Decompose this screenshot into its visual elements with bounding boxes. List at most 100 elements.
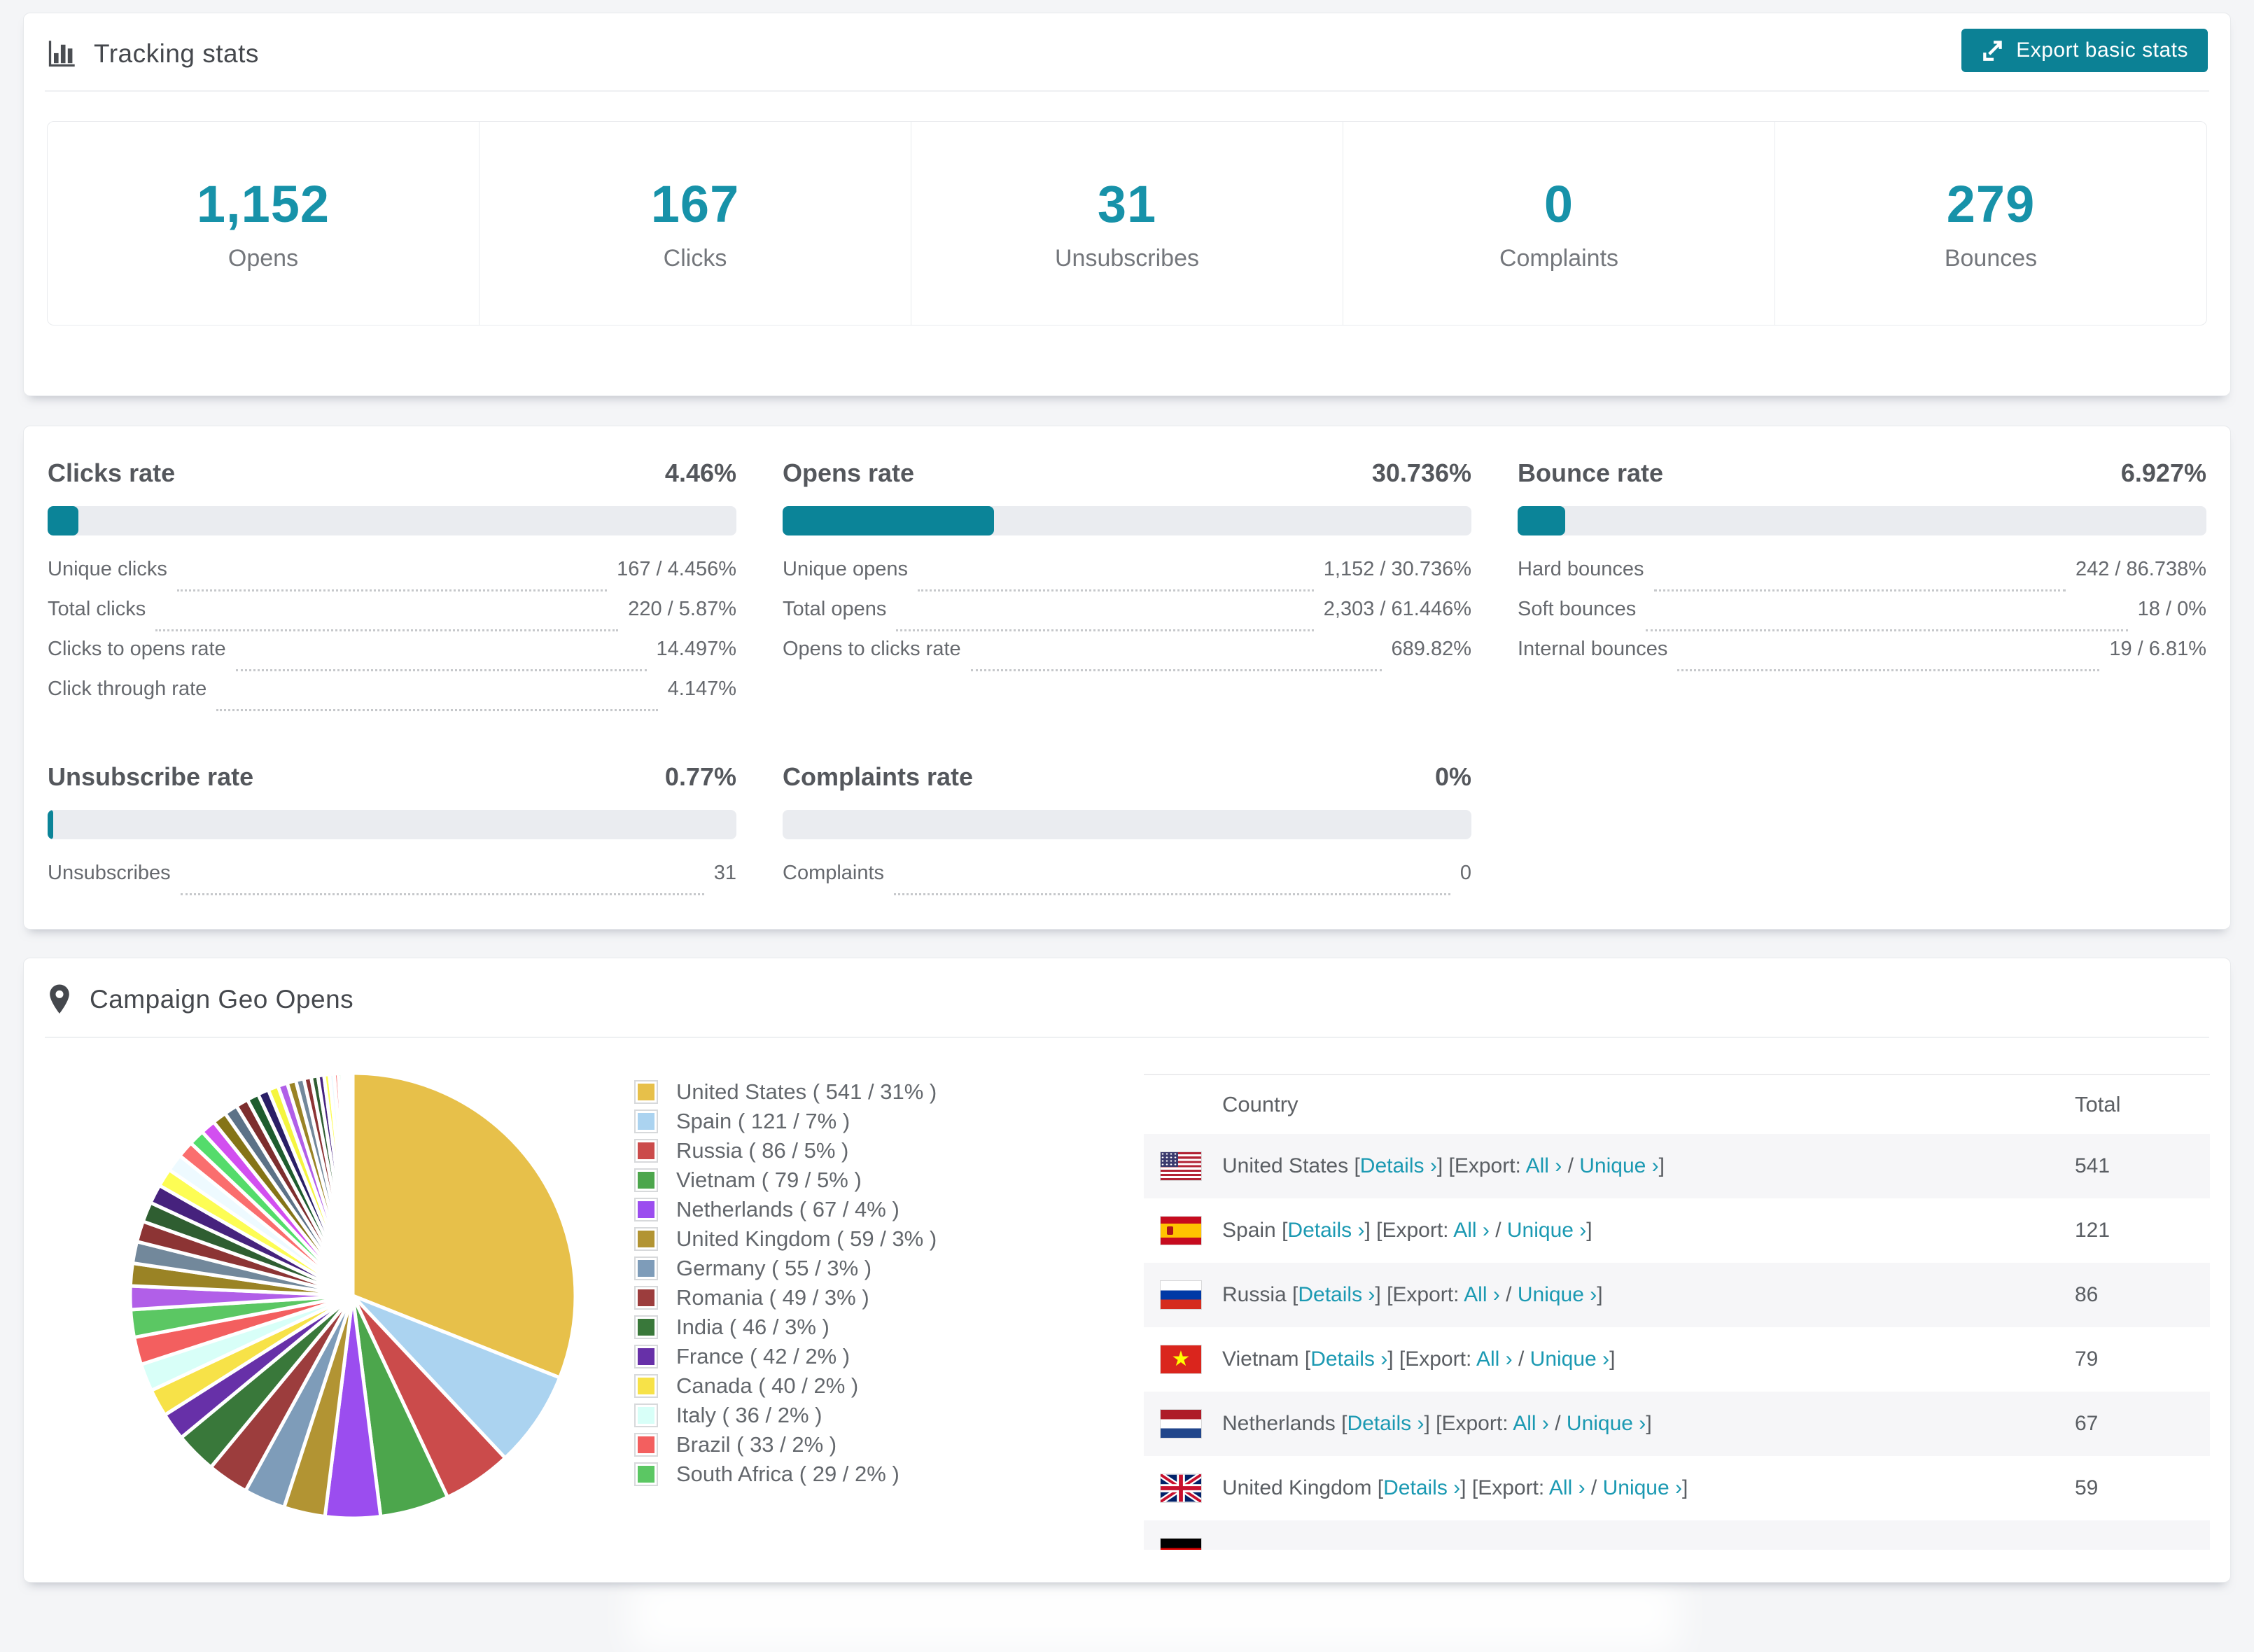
stats-summary-box: 1,152Opens167Clicks31Unsubscribes0Compla…: [47, 121, 2207, 326]
country-cell: Netherlands [Details ›] [Export: All › /…: [1222, 1412, 1652, 1436]
bottom-glow-artifact: [630, 1575, 1680, 1652]
rate-row-label: Unique opens: [783, 558, 908, 581]
rate-row-label: Total clicks: [48, 598, 146, 621]
pie-legend: United States ( 541 / 31% )Spain ( 121 /…: [634, 1077, 937, 1489]
details-link[interactable]: Details ›: [1287, 1219, 1364, 1242]
export-all-link[interactable]: All ›: [1513, 1412, 1549, 1435]
country-cell: United States [Details ›] [Export: All ›…: [1222, 1154, 1665, 1178]
legend-swatch: [634, 1462, 658, 1486]
legend-item-united-states: United States ( 541 / 31% ): [634, 1077, 937, 1107]
stat-value: 0: [1544, 174, 1574, 234]
stat-unsubscribes: 31Unsubscribes: [911, 122, 1343, 325]
country-name: United Kingdom: [1222, 1476, 1371, 1499]
rate-row-value: 31: [714, 862, 736, 885]
export-basic-stats-button[interactable]: Export basic stats: [1961, 29, 2208, 72]
dotted-leader: [177, 589, 607, 592]
rate-progress-fill: [1518, 506, 1565, 536]
legend-label: Russia ( 86 / 5% ): [676, 1138, 848, 1163]
export-all-link[interactable]: All ›: [1526, 1154, 1562, 1177]
stat-value: 31: [1098, 174, 1156, 234]
rate-row-label: Complaints: [783, 862, 884, 885]
legend-item-russia: Russia ( 86 / 5% ): [634, 1136, 937, 1166]
export-prefix: Export:: [1405, 1348, 1471, 1371]
export-prefix: Export:: [1478, 1476, 1544, 1499]
details-link[interactable]: Details ›: [1347, 1412, 1424, 1435]
rate-title: Complaints rate: [783, 762, 973, 792]
legend-swatch: [634, 1227, 658, 1251]
table-row-vietnam: ★Vietnam [Details ›] [Export: All › / Un…: [1144, 1327, 2210, 1392]
legend-item-france: France ( 42 / 2% ): [634, 1342, 937, 1371]
legend-swatch: [634, 1315, 658, 1339]
tracking-stats-card: Tracking stats Export basic stats 1,152O…: [23, 13, 2231, 396]
flag-icon-es: [1161, 1217, 1201, 1245]
legend-swatch: [634, 1374, 658, 1398]
details-link[interactable]: Details ›: [1383, 1476, 1460, 1499]
legend-item-italy: Italy ( 36 / 2% ): [634, 1401, 937, 1430]
total-cell: 79: [2075, 1348, 2210, 1371]
dotted-leader: [155, 629, 618, 631]
rate-row-value: 242 / 86.738%: [2076, 558, 2206, 581]
export-unique-link[interactable]: Unique ›: [1518, 1283, 1597, 1306]
details-link[interactable]: Details ›: [1360, 1154, 1437, 1177]
legend-label: Canada ( 40 / 2% ): [676, 1373, 858, 1399]
page-title: Tracking stats: [94, 39, 259, 69]
rate-row-label: Total opens: [783, 598, 886, 621]
rate-section-opens-rate: Opens rate30.736%Unique opens1,152 / 30.…: [783, 458, 1471, 718]
details-link[interactable]: Details ›: [1298, 1283, 1375, 1306]
geo-opens-pie-chart: [122, 1065, 584, 1527]
stat-complaints: 0Complaints: [1343, 122, 1775, 325]
export-all-link[interactable]: All ›: [1549, 1476, 1586, 1499]
rate-header: Unsubscribe rate0.77%: [48, 762, 736, 792]
rate-headline-value: 6.927%: [2121, 458, 2206, 488]
legend-label: South Africa ( 29 / 2% ): [676, 1462, 899, 1487]
clipped-row-cover: [1144, 1550, 2210, 1583]
export-prefix: Export:: [1455, 1154, 1521, 1177]
legend-label: France ( 42 / 2% ): [676, 1344, 850, 1369]
rate-headline-value: 0%: [1435, 762, 1471, 792]
export-unique-link[interactable]: Unique ›: [1603, 1476, 1682, 1499]
stat-bounces: 279Bounces: [1775, 122, 2206, 325]
header-divider: [45, 90, 2209, 92]
legend-label: United Kingdom ( 59 / 3% ): [676, 1226, 937, 1252]
export-unique-link[interactable]: Unique ›: [1530, 1348, 1609, 1371]
legend-swatch: [634, 1080, 658, 1104]
export-unique-link[interactable]: Unique ›: [1567, 1412, 1646, 1435]
rate-row-value: 0: [1460, 862, 1471, 885]
rate-detail-row: Unique clicks167 / 4.456%: [48, 558, 736, 598]
stat-label: Opens: [228, 245, 298, 272]
rate-row-label: Internal bounces: [1518, 638, 1667, 661]
rate-row-label: Soft bounces: [1518, 598, 1636, 621]
stat-value: 167: [651, 174, 739, 234]
table-row-united-kingdom: United Kingdom [Details ›] [Export: All …: [1144, 1456, 2210, 1520]
rate-row-value: 167 / 4.456%: [617, 558, 736, 581]
legend-label: Italy ( 36 / 2% ): [676, 1403, 822, 1428]
flag-icon-gb: [1161, 1474, 1201, 1502]
table-row-united-states: United States [Details ›] [Export: All ›…: [1144, 1134, 2210, 1198]
country-column-header: Country: [1144, 1092, 2075, 1117]
legend-swatch: [634, 1256, 658, 1280]
rate-detail-row: Total opens2,303 / 61.446%: [783, 598, 1471, 638]
rate-progress-track: [783, 810, 1471, 839]
legend-label: Germany ( 55 / 3% ): [676, 1256, 872, 1281]
legend-item-spain: Spain ( 121 / 7% ): [634, 1107, 937, 1136]
export-prefix: Export:: [1392, 1283, 1459, 1306]
details-link[interactable]: Details ›: [1310, 1348, 1387, 1371]
export-unique-link[interactable]: Unique ›: [1507, 1219, 1586, 1242]
campaign-stats-page: { "colors": { "accent_teal": "#1792a9", …: [0, 0, 2254, 1604]
legend-label: India ( 46 / 3% ): [676, 1315, 830, 1340]
legend-swatch: [634, 1168, 658, 1192]
geo-header-divider: [45, 1037, 2209, 1038]
export-all-link[interactable]: All ›: [1476, 1348, 1513, 1371]
export-all-link[interactable]: All ›: [1453, 1219, 1490, 1242]
rate-detail-row: Internal bounces19 / 6.81%: [1518, 638, 2206, 678]
dotted-leader: [1646, 629, 2127, 631]
table-header-row: Country Total: [1144, 1074, 2210, 1134]
bar-chart-icon: [46, 38, 77, 69]
rate-headline-value: 4.46%: [665, 458, 736, 488]
export-all-link[interactable]: All ›: [1464, 1283, 1500, 1306]
stat-label: Bounces: [1945, 245, 2037, 272]
export-unique-link[interactable]: Unique ›: [1579, 1154, 1658, 1177]
legend-label: Netherlands ( 67 / 4% ): [676, 1197, 899, 1222]
rate-detail-row: Opens to clicks rate689.82%: [783, 638, 1471, 678]
rate-progress-track: [783, 506, 1471, 536]
